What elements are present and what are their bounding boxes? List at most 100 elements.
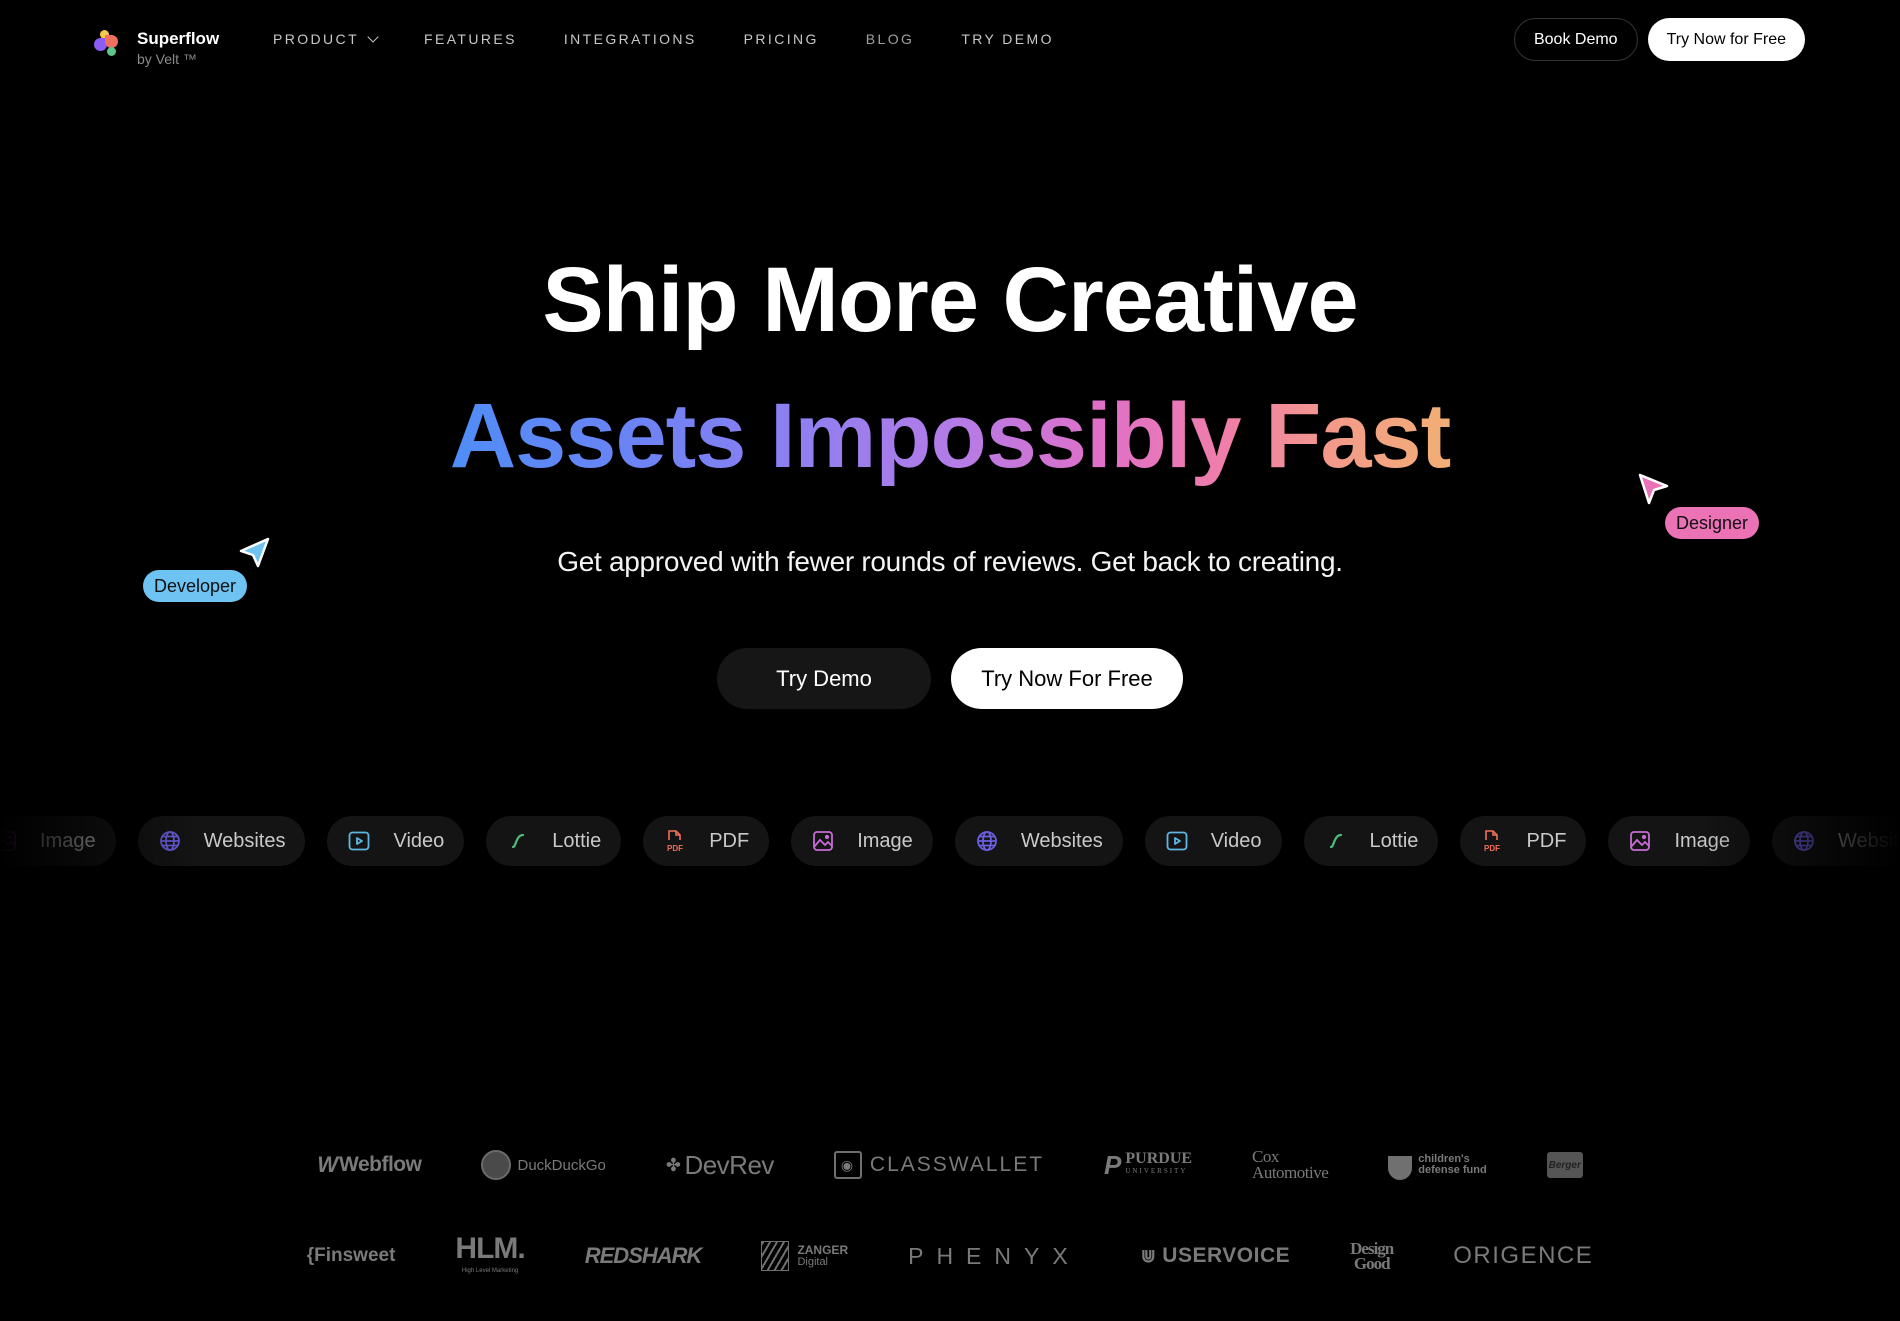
nav-blog[interactable]: BLOG xyxy=(866,31,915,47)
asset-pill-websites[interactable]: Websites xyxy=(137,816,306,866)
logo-good-text: Good xyxy=(1353,1254,1391,1273)
nav-try-demo[interactable]: TRY DEMO xyxy=(961,31,1054,47)
asset-pill-label: Video xyxy=(1210,829,1262,852)
customer-logos-row-1: W Webflow DuckDuckGo ✤ DevRev ◉ CLASSWAL… xyxy=(0,1145,1900,1185)
nav-product-label: PRODUCT xyxy=(273,31,360,47)
hero-subtitle: Get approved with fewer rounds of review… xyxy=(557,546,1343,577)
nav-links: PRODUCT FEATURES INTEGRATIONS PRICING BL… xyxy=(273,30,1101,47)
nav-actions: Book Demo Try Now for Free xyxy=(1513,18,1805,61)
logo-devrev: ✤ DevRev xyxy=(665,1149,775,1181)
asset-pill-label: Video xyxy=(393,829,445,852)
asset-pill-video[interactable]: Video xyxy=(327,816,465,866)
asset-pill-websites[interactable]: Websites xyxy=(954,816,1123,866)
cursor-arrow-icon xyxy=(239,537,270,568)
asset-pill-label: Image xyxy=(1674,829,1731,852)
logo-zanger-digital: ZANGER Digital xyxy=(761,1241,848,1271)
marquee-track: Image Websites Video Lottie PDF PDF Image Websi… xyxy=(0,816,1900,866)
logo-finsweet: {Finsweet xyxy=(306,1245,396,1266)
image-icon xyxy=(811,829,835,853)
brand-name: Superflow xyxy=(137,29,220,48)
logo-childrens-defense-fund: children's defense fund xyxy=(1388,1150,1487,1180)
asset-pill-label: Lottie xyxy=(552,829,602,852)
asset-pill-pdf[interactable]: PDF PDF xyxy=(643,816,770,866)
logo-purdue-subtext: UNIVERSITY xyxy=(1125,1167,1188,1175)
zanger-mark-icon xyxy=(761,1241,790,1271)
svg-text:PDF: PDF xyxy=(1484,844,1500,853)
webflow-mark-icon: W xyxy=(317,1152,338,1177)
image-icon xyxy=(1628,829,1652,853)
logo-cox-automotive: Cox Automotive xyxy=(1252,1148,1329,1182)
lottie-icon xyxy=(506,829,530,853)
asset-pill-lottie[interactable]: Lottie xyxy=(1303,816,1439,866)
logo-origence: ORIGENCE xyxy=(1453,1242,1594,1269)
brand[interactable]: Superflow by Velt ™ xyxy=(94,28,219,68)
brand-subtitle: by Velt ™ xyxy=(137,51,197,67)
book-demo-button[interactable]: Book Demo xyxy=(1513,18,1638,61)
logo-uservoice-text: USERVOICE xyxy=(1162,1244,1291,1267)
pdf-icon: PDF xyxy=(663,829,687,853)
play-icon xyxy=(1165,829,1189,853)
asset-pill-label: PDF xyxy=(1526,829,1567,852)
logo-duckduckgo: DuckDuckGo xyxy=(481,1150,606,1180)
logo-classwallet: ◉ CLASSWALLET xyxy=(833,1151,1045,1179)
image-icon xyxy=(0,829,18,853)
developer-tag: Developer xyxy=(143,570,248,602)
logo-hlm-text: HLM. xyxy=(455,1232,525,1265)
logo-duckduckgo-text: DuckDuckGo xyxy=(517,1156,606,1174)
nav-integrations[interactable]: INTEGRATIONS xyxy=(564,31,697,47)
lottie-icon xyxy=(1324,829,1348,853)
asset-type-marquee: Image Websites Video Lottie PDF PDF Image Websi… xyxy=(0,816,1900,868)
logo-berger-text: Berger xyxy=(1546,1152,1583,1178)
logo-hlm: HLM. High Level Marketing xyxy=(455,1232,525,1278)
nav-product[interactable]: PRODUCT xyxy=(273,30,379,47)
asset-pill-lottie[interactable]: Lottie xyxy=(486,816,622,866)
logo-redshark: REDSHARK xyxy=(584,1243,703,1268)
nav-pricing[interactable]: PRICING xyxy=(744,31,819,47)
asset-pill-image[interactable]: Image xyxy=(0,816,116,866)
asset-pill-label: Lottie xyxy=(1369,829,1419,852)
logo-purdue-text: PURDUE xyxy=(1125,1150,1193,1167)
globe-icon xyxy=(1792,829,1816,853)
uservoice-mark-icon: ⋓ xyxy=(1140,1245,1157,1266)
asset-pill-video[interactable]: Video xyxy=(1144,816,1282,866)
cdf-mark-icon xyxy=(1388,1156,1413,1180)
logo-berger: Berger xyxy=(1546,1152,1583,1178)
asset-pill-pdf[interactable]: PDF PDF xyxy=(1460,816,1587,866)
logo-design-good: Design Good xyxy=(1350,1240,1394,1273)
nav-features[interactable]: FEATURES xyxy=(424,31,517,47)
developer-cursor: Developer xyxy=(143,535,270,602)
asset-pill-label: PDF xyxy=(709,829,750,852)
try-now-free-button[interactable]: Try Now For Free xyxy=(951,648,1183,709)
asset-pill-image[interactable]: Image xyxy=(791,816,933,866)
logo-devrev-text: DevRev xyxy=(684,1149,774,1180)
logo-hlm-subtext: High Level Marketing xyxy=(461,1268,519,1274)
asset-pill-label: Websites xyxy=(1020,829,1103,852)
hero-title-line1: Ship More Creative xyxy=(542,249,1358,351)
designer-tag: Designer xyxy=(1665,507,1760,539)
play-icon xyxy=(347,829,371,853)
pdf-icon: PDF xyxy=(1480,829,1504,853)
hero-cta-row: Try Demo Try Now For Free xyxy=(0,648,1900,709)
logo-digital-text: Digital xyxy=(797,1256,829,1268)
purdue-mark-icon: P xyxy=(1104,1149,1122,1180)
try-demo-button[interactable]: Try Demo xyxy=(717,648,931,709)
asset-pill-image[interactable]: Image xyxy=(1608,816,1751,866)
logo-classwallet-text: CLASSWALLET xyxy=(869,1153,1045,1176)
asset-pill-websites[interactable]: Websites xyxy=(1772,816,1900,866)
designer-cursor: Designer xyxy=(1637,472,1760,539)
logo-webflow: W Webflow xyxy=(317,1152,422,1178)
customer-logos-row-2: {Finsweet HLM. High Level Marketing REDS… xyxy=(0,1232,1900,1278)
hero-title-line2: Assets Impossibly Fast xyxy=(0,376,1900,496)
try-now-nav-button[interactable]: Try Now for Free xyxy=(1647,18,1805,61)
classwallet-mark-icon: ◉ xyxy=(833,1151,862,1179)
globe-icon xyxy=(975,829,999,853)
devrev-mark-icon: ✤ xyxy=(665,1154,681,1175)
globe-icon xyxy=(158,829,182,853)
svg-text:PDF: PDF xyxy=(667,844,683,853)
logo-webflow-text: Webflow xyxy=(339,1153,422,1176)
logo-automotive-text: Automotive xyxy=(1252,1163,1329,1182)
cursor-arrow-icon xyxy=(1638,473,1669,505)
asset-pill-label: Websites xyxy=(1838,829,1900,852)
superflow-logo-icon xyxy=(94,30,120,56)
asset-pill-label: Image xyxy=(40,829,96,852)
